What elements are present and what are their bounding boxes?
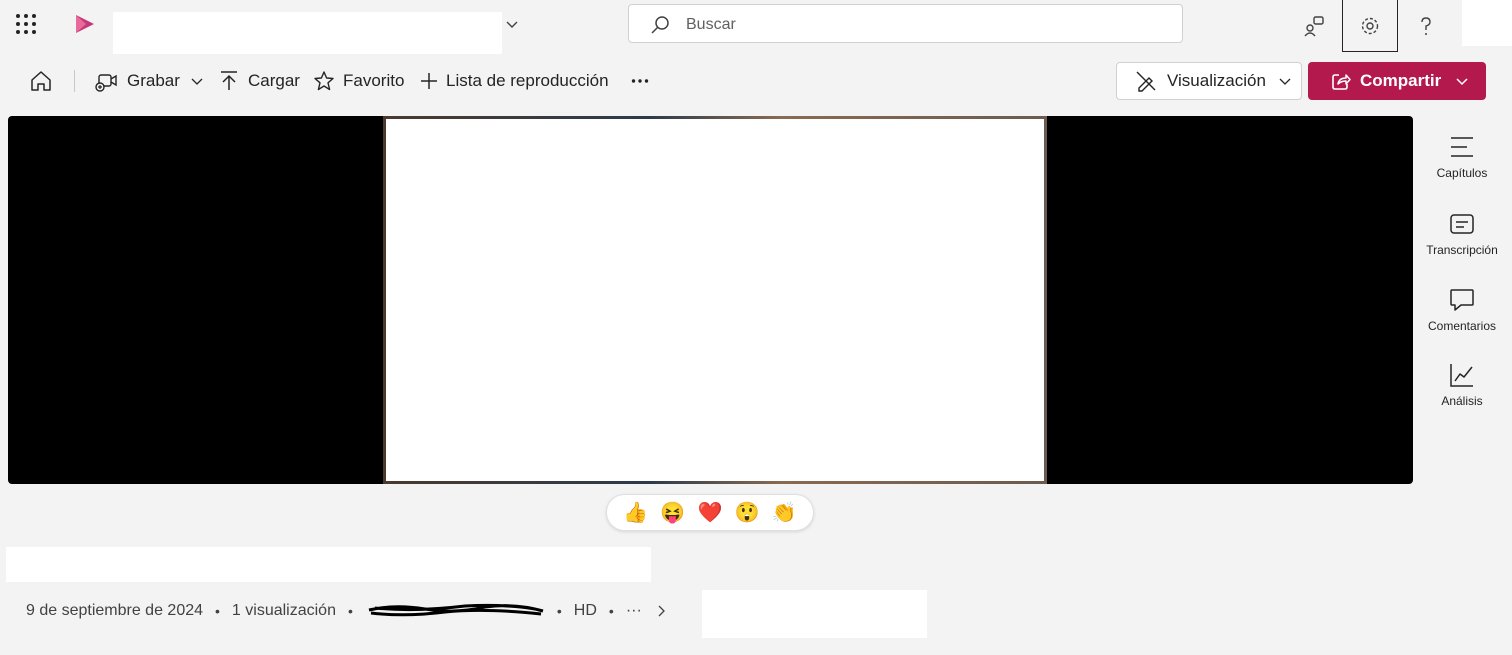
thumbs-up-reaction[interactable]: 👍 bbox=[623, 500, 649, 526]
separator-dot: • bbox=[608, 603, 614, 619]
playlist-label: Lista de reproducción bbox=[446, 71, 609, 90]
star-icon bbox=[314, 71, 334, 91]
share-label: Compartir bbox=[1360, 71, 1442, 90]
favorite-button[interactable]: Favorito bbox=[313, 62, 404, 100]
upload-button[interactable]: Cargar bbox=[218, 62, 300, 100]
plus-icon bbox=[421, 73, 437, 89]
video-title-redacted bbox=[6, 547, 651, 582]
search-icon bbox=[649, 14, 671, 36]
laugh-reaction[interactable]: 😝 bbox=[660, 500, 686, 526]
more-icon bbox=[631, 79, 649, 83]
analytics-button[interactable]: Análisis bbox=[1418, 362, 1506, 408]
chapters-label: Capítulos bbox=[1436, 166, 1488, 180]
search-placeholder: Buscar bbox=[686, 16, 736, 33]
app-launcher-icon[interactable] bbox=[16, 14, 36, 34]
comments-button[interactable]: Comentarios bbox=[1418, 287, 1506, 333]
edit-off-icon bbox=[1136, 71, 1156, 92]
transcript-label: Transcripción bbox=[1426, 243, 1498, 257]
home-icon bbox=[31, 71, 51, 91]
view-count: 1 visualización bbox=[231, 602, 336, 619]
share-icon bbox=[1332, 74, 1351, 90]
view-mode-button[interactable]: Visualización bbox=[1116, 62, 1302, 100]
video-content-redacted[interactable] bbox=[386, 119, 1044, 481]
redacted-owner-scribble bbox=[368, 603, 544, 617]
record-label: Grabar bbox=[127, 71, 180, 90]
upload-label: Cargar bbox=[248, 71, 300, 90]
record-icon bbox=[95, 74, 117, 92]
toolbar-divider bbox=[74, 70, 75, 92]
comments-label: Comentarios bbox=[1427, 319, 1497, 333]
video-metadata: 9 de septiembre de 2024 • 1 visualizació… bbox=[26, 600, 668, 622]
clap-reaction[interactable]: 👏 bbox=[771, 500, 797, 526]
upload-date: 9 de septiembre de 2024 bbox=[26, 602, 204, 619]
chevron-down-icon bbox=[1279, 78, 1291, 85]
home-button[interactable] bbox=[29, 62, 53, 100]
add-playlist-button[interactable]: Lista de reproducción bbox=[420, 62, 609, 100]
chevron-down-icon bbox=[1456, 78, 1468, 86]
help-icon[interactable] bbox=[1398, 0, 1454, 52]
chapters-icon bbox=[1451, 137, 1473, 157]
analytics-label: Análisis bbox=[1441, 394, 1483, 408]
settings-gear-icon[interactable] bbox=[1342, 0, 1398, 52]
heart-reaction[interactable]: ❤️ bbox=[697, 500, 723, 526]
chapters-button[interactable]: Capítulos bbox=[1418, 134, 1506, 180]
analytics-icon bbox=[1450, 364, 1473, 387]
site-name-redacted[interactable] bbox=[113, 12, 502, 54]
share-button[interactable]: Compartir bbox=[1308, 62, 1486, 100]
chevron-down-icon[interactable] bbox=[504, 16, 520, 32]
view-mode-label: Visualización bbox=[1167, 71, 1266, 90]
quality-badge: HD bbox=[573, 602, 597, 619]
reactions-bar: 👍 😝 ❤️ 😲 👏 bbox=[606, 494, 814, 531]
separator-dot: • bbox=[556, 603, 562, 619]
transcript-icon bbox=[1450, 214, 1474, 234]
avatar[interactable] bbox=[1462, 0, 1512, 46]
favorite-label: Favorito bbox=[343, 71, 405, 90]
channel-redacted[interactable] bbox=[702, 590, 927, 638]
transcript-button[interactable]: Transcripción bbox=[1418, 211, 1506, 257]
more-options-button[interactable] bbox=[631, 62, 649, 100]
separator-dot: • bbox=[347, 603, 353, 619]
video-player[interactable] bbox=[8, 116, 1413, 484]
search-input[interactable]: Buscar bbox=[628, 4, 1183, 43]
upload-icon bbox=[221, 71, 237, 90]
comment-icon bbox=[1450, 289, 1474, 311]
stream-logo-icon[interactable] bbox=[72, 12, 98, 36]
chevron-right-icon[interactable] bbox=[654, 604, 668, 618]
separator-dot: • bbox=[215, 603, 220, 619]
surprised-reaction[interactable]: 😲 bbox=[734, 500, 760, 526]
feedback-icon[interactable] bbox=[1286, 0, 1342, 52]
record-button[interactable]: Grabar bbox=[95, 62, 204, 100]
chevron-down-icon bbox=[191, 78, 203, 85]
more-details-button[interactable]: ··· bbox=[626, 602, 642, 620]
